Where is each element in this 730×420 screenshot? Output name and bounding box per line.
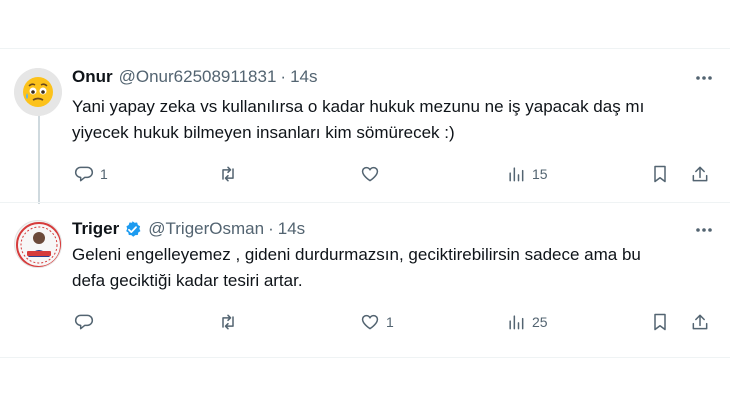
share-button[interactable] <box>690 162 710 186</box>
verified-icon <box>126 220 141 237</box>
share-icon <box>692 314 708 330</box>
more-options-button[interactable] <box>692 220 716 240</box>
avatar[interactable] <box>14 68 62 116</box>
tweet-text-line: yiyecek hukuk bilmeyen insanları kim söm… <box>72 123 455 142</box>
bookmark-icon <box>654 165 666 183</box>
action-bar: 1 15 <box>72 162 720 186</box>
reply-icon <box>74 166 94 182</box>
bookmark-icon <box>654 313 666 331</box>
tweet-divider <box>0 202 730 203</box>
avatar[interactable] <box>14 220 62 268</box>
retweet-button[interactable] <box>218 310 244 334</box>
tweet-header: Onur @Onur62508911831 · 14s <box>72 66 318 88</box>
reply-button[interactable] <box>74 310 100 334</box>
tweet-header: Triger @TrigerOsman · 14s <box>72 218 305 240</box>
tweet-text-line: Yani yapay zeka vs kullanılırsa o kadar … <box>72 97 645 116</box>
view-count: 15 <box>532 166 548 182</box>
tweet-text-line: defa geciktiği kadar tesiri artar. <box>72 271 303 290</box>
retweet-icon <box>222 166 234 182</box>
views-button[interactable]: 25 <box>506 310 548 334</box>
worried-face-emoji-icon <box>14 68 62 116</box>
reply-count: 1 <box>100 166 108 182</box>
action-bar: 1 25 <box>72 310 720 334</box>
like-count: 1 <box>386 314 394 330</box>
heart-icon <box>361 166 379 182</box>
share-icon <box>692 166 708 182</box>
tweet-text: Geleni engelleyemez , gideni durdurmazsı… <box>72 242 712 294</box>
views-button[interactable]: 15 <box>506 162 548 186</box>
heart-icon <box>361 314 379 330</box>
separator-dot: · <box>280 67 287 86</box>
tweet-text-line: Geleni engelleyemez , gideni durdurmazsı… <box>72 245 641 264</box>
timestamp[interactable]: 14s <box>278 219 305 239</box>
separator-dot: · <box>268 219 274 238</box>
analytics-icon <box>509 315 524 330</box>
top-divider <box>0 48 730 49</box>
display-name[interactable]: Triger <box>72 219 119 239</box>
display-name[interactable]: Onur <box>72 67 113 87</box>
more-icon <box>696 76 712 80</box>
profile-photo-icon <box>16 222 61 267</box>
retweet-icon <box>222 314 234 330</box>
analytics-icon <box>509 167 524 182</box>
more-icon <box>696 228 712 232</box>
like-button[interactable]: 1 <box>360 310 394 334</box>
retweet-button[interactable] <box>218 162 244 186</box>
bookmark-button[interactable] <box>650 162 670 186</box>
bottom-divider <box>0 357 730 358</box>
bookmark-button[interactable] <box>650 310 670 334</box>
reply-icon <box>74 314 94 330</box>
view-count: 25 <box>532 314 548 330</box>
user-handle[interactable]: @TrigerOsman <box>148 219 264 239</box>
thread-connector-line <box>38 112 40 204</box>
share-button[interactable] <box>690 310 710 334</box>
verified-badge[interactable] <box>123 220 142 239</box>
more-options-button[interactable] <box>692 68 716 88</box>
like-button[interactable] <box>360 162 386 186</box>
user-handle[interactable]: @Onur62508911831 <box>119 67 277 87</box>
reply-button[interactable]: 1 <box>74 162 108 186</box>
tweet-text: Yani yapay zeka vs kullanılırsa o kadar … <box>72 94 712 146</box>
timestamp[interactable]: 14s <box>290 67 317 87</box>
